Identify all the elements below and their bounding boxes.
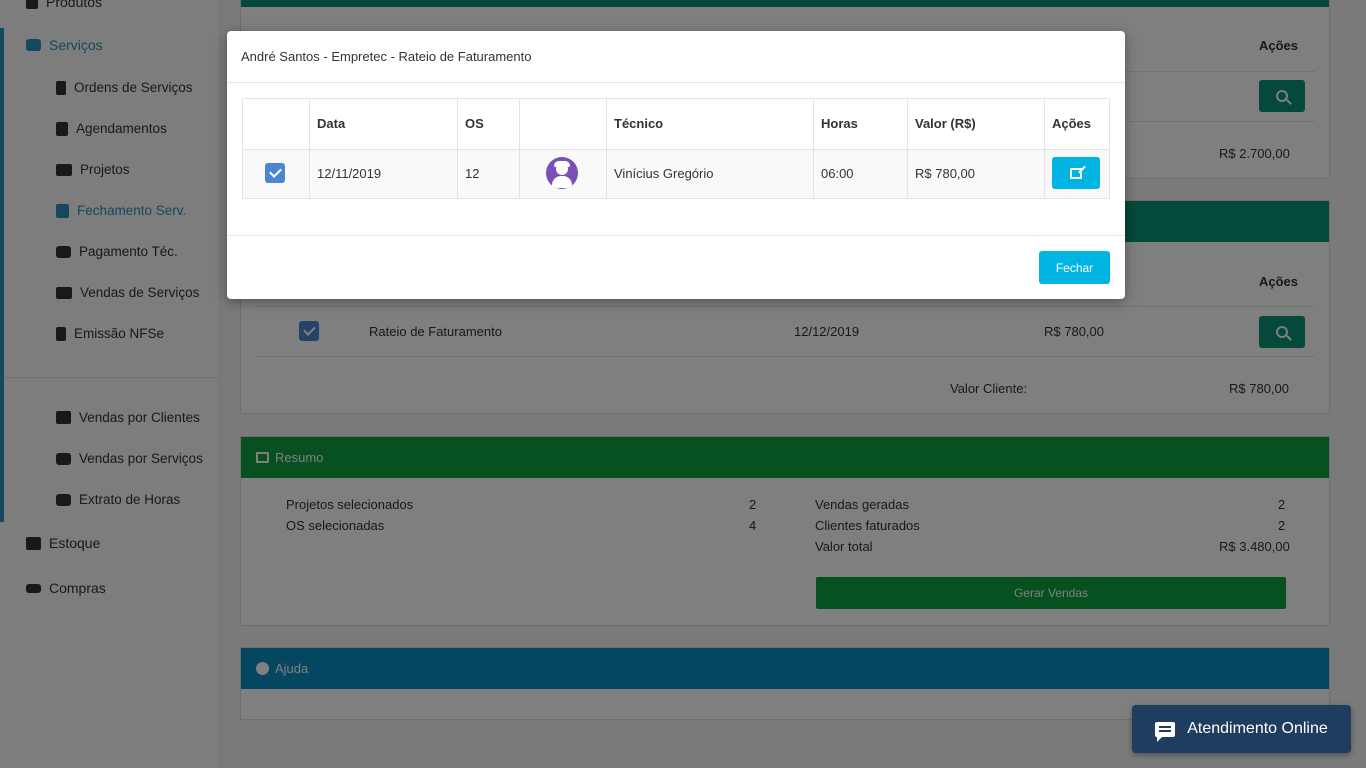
- column-divider: [309, 99, 310, 198]
- column-divider: [606, 99, 607, 198]
- column-header-acoes: Ações: [1052, 116, 1092, 131]
- column-divider: [1044, 99, 1045, 198]
- column-divider: [457, 99, 458, 198]
- chat-icon: [1155, 721, 1176, 742]
- modal-header-divider: [227, 82, 1125, 83]
- edit-button[interactable]: [1052, 157, 1100, 189]
- column-header-os: OS: [465, 116, 484, 131]
- column-header-valor: Valor (R$): [915, 116, 976, 131]
- rateio-modal: André Santos - Empretec - Rateio de Fatu…: [227, 31, 1125, 299]
- row-horas: 06:00: [821, 166, 854, 181]
- edit-icon: [1070, 167, 1082, 179]
- close-button[interactable]: Fechar: [1039, 251, 1110, 284]
- online-support-label: Atendimento Online: [1187, 720, 1328, 737]
- row-data: 12/11/2019: [317, 166, 382, 181]
- modal-footer-divider: [227, 235, 1125, 236]
- modal-title: André Santos - Empretec - Rateio de Fatu…: [241, 49, 532, 64]
- online-support-button[interactable]: Atendimento Online: [1132, 705, 1351, 753]
- table-divider: [243, 149, 1109, 150]
- column-divider: [907, 99, 908, 198]
- column-header-horas: Horas: [821, 116, 858, 131]
- rateio-table: Data OS Técnico Horas Valor (R$) Ações 1…: [242, 98, 1110, 199]
- column-header-tecnico: Técnico: [614, 116, 664, 131]
- row-checkbox[interactable]: [265, 163, 285, 183]
- column-header-data: Data: [317, 116, 346, 131]
- row-os: 12: [465, 166, 480, 181]
- row-valor: R$ 780,00: [915, 166, 975, 181]
- technician-avatar-icon: [546, 157, 578, 189]
- column-divider: [813, 99, 814, 198]
- column-divider: [519, 99, 520, 198]
- row-tecnico: Vinícius Gregório: [614, 166, 714, 181]
